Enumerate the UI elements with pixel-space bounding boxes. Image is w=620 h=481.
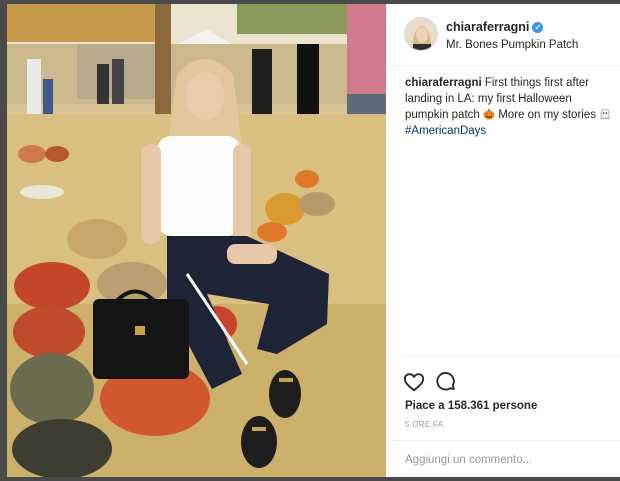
caption-text-part-2: More on my stories bbox=[498, 109, 596, 121]
location-link[interactable]: Mr. Bones Pumpkin Patch bbox=[446, 39, 578, 51]
post-photo[interactable] bbox=[7, 4, 386, 477]
avatar[interactable] bbox=[404, 17, 438, 51]
verified-badge-icon: ✓ bbox=[532, 22, 544, 33]
post-caption: chiaraferragni First things first after … bbox=[405, 75, 615, 139]
post-timestamp: 5 ORE FA bbox=[405, 420, 444, 429]
username-text: chiaraferragni bbox=[446, 20, 530, 34]
comment-bubble-icon[interactable] bbox=[435, 371, 457, 393]
ghost-emoji bbox=[599, 108, 611, 120]
instagram-post-frame: chiaraferragni ✓ Mr. Bones Pumpkin Patch … bbox=[0, 0, 620, 481]
post-side-panel: chiaraferragni ✓ Mr. Bones Pumpkin Patch … bbox=[386, 4, 620, 477]
comment-placeholder: Aggiungi un commento... bbox=[405, 454, 533, 466]
caption-username[interactable]: chiaraferragni bbox=[405, 77, 482, 89]
comment-input[interactable]: Aggiungi un commento... bbox=[386, 440, 620, 477]
likes-count[interactable]: Piace a 158.361 persone bbox=[405, 400, 537, 412]
heart-icon[interactable] bbox=[403, 371, 425, 393]
hashtag-link[interactable]: #AmericanDays bbox=[405, 125, 486, 137]
jack-o-lantern-emoji bbox=[483, 108, 495, 120]
post-actions: Piace a 158.361 persone 5 ORE FA bbox=[386, 356, 620, 446]
username-link[interactable]: chiaraferragni ✓ bbox=[446, 20, 544, 34]
profile-photo bbox=[405, 18, 437, 50]
pumpkin-patch-photo bbox=[7, 4, 386, 477]
post-header: chiaraferragni ✓ Mr. Bones Pumpkin Patch bbox=[386, 4, 620, 66]
